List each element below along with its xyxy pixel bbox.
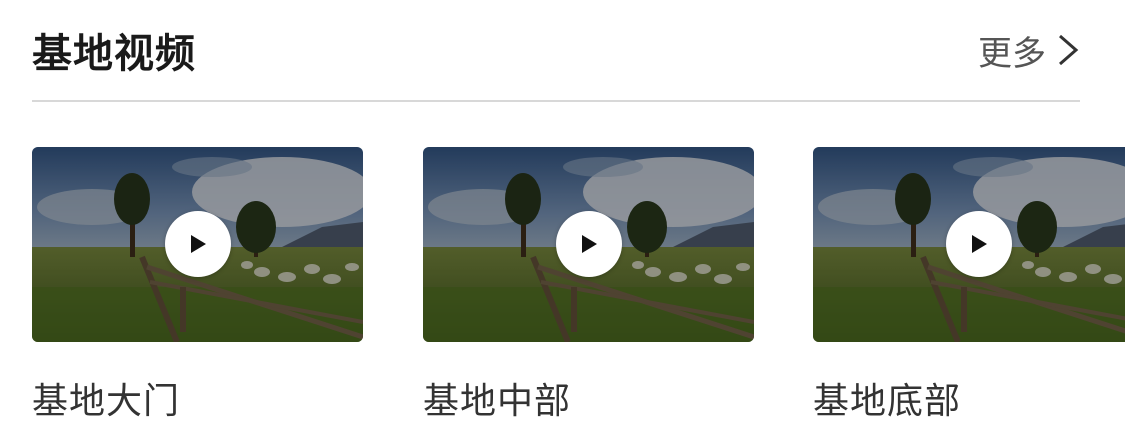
video-thumbnail[interactable] — [813, 147, 1125, 342]
video-card[interactable]: 基地大门 — [32, 147, 363, 424]
play-button[interactable] — [946, 211, 1012, 277]
section-title: 基地视频 — [32, 31, 196, 77]
video-card[interactable]: 基地底部 — [813, 147, 1125, 424]
video-thumbnail[interactable] — [423, 147, 754, 342]
play-icon — [972, 235, 987, 253]
play-button[interactable] — [556, 211, 622, 277]
section-header: 基地视频 更多 — [32, 20, 1080, 80]
play-icon — [191, 235, 206, 253]
play-icon — [582, 235, 597, 253]
video-title: 基地中部 — [423, 381, 572, 422]
video-title: 基地底部 — [813, 381, 962, 422]
video-thumbnail[interactable] — [32, 147, 363, 342]
video-section: 基地视频 更多 基地大门 基地中部 基地底部 — [0, 0, 1125, 441]
more-label: 更多 — [978, 33, 1046, 74]
more-link[interactable]: 更多 — [978, 26, 1080, 75]
video-list: 基地大门 基地中部 基地底部 — [32, 147, 1125, 427]
video-title: 基地大门 — [32, 381, 181, 422]
chevron-right-icon — [1059, 34, 1079, 66]
divider — [32, 100, 1080, 102]
video-card[interactable]: 基地中部 — [423, 147, 754, 424]
play-button[interactable] — [165, 211, 231, 277]
